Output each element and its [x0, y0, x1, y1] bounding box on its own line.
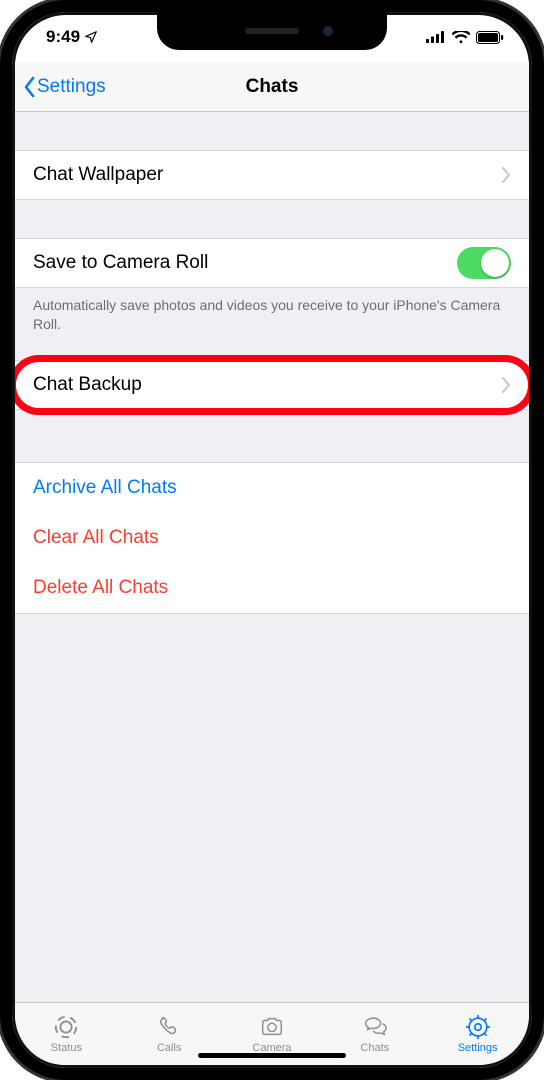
home-indicator[interactable] — [198, 1053, 346, 1058]
back-label: Settings — [37, 76, 106, 98]
clear-all-chats-row[interactable]: Clear All Chats — [15, 513, 529, 563]
save-camera-roll-note: Automatically save photos and videos you… — [15, 288, 529, 334]
wifi-icon — [452, 31, 470, 44]
tab-status-label: Status — [51, 1042, 82, 1054]
cellular-icon — [426, 31, 446, 43]
save-camera-roll-toggle[interactable] — [457, 247, 511, 279]
chat-actions-group: Archive All Chats Clear All Chats Delete… — [15, 462, 529, 614]
chat-wallpaper-label: Chat Wallpaper — [33, 164, 163, 186]
gear-icon — [464, 1014, 492, 1040]
chevron-right-icon — [501, 167, 511, 183]
tab-status[interactable]: Status — [15, 1003, 118, 1065]
chevron-right-icon — [501, 377, 511, 393]
notch — [157, 12, 387, 50]
camera-icon — [258, 1014, 286, 1040]
chat-backup-row[interactable]: Chat Backup — [15, 360, 529, 410]
location-icon — [84, 30, 98, 44]
status-icon — [52, 1014, 80, 1040]
status-time: 9:49 — [46, 27, 80, 47]
save-camera-roll-row[interactable]: Save to Camera Roll — [15, 238, 529, 288]
content-area: Chat Wallpaper Save to Camera Roll Autom… — [15, 112, 529, 1002]
tab-settings[interactable]: Settings — [426, 1003, 529, 1065]
back-button[interactable]: Settings — [21, 76, 106, 98]
navigation-bar: Settings Chats — [15, 62, 529, 112]
archive-all-chats-label: Archive All Chats — [33, 477, 177, 499]
phone-icon — [155, 1014, 183, 1040]
page-title: Chats — [246, 76, 299, 98]
chat-wallpaper-row[interactable]: Chat Wallpaper — [15, 150, 529, 200]
speaker-slot — [245, 28, 299, 34]
clear-all-chats-label: Clear All Chats — [33, 527, 159, 549]
chevron-left-icon — [21, 76, 37, 98]
front-camera — [323, 26, 333, 36]
archive-all-chats-row[interactable]: Archive All Chats — [15, 463, 529, 513]
phone-frame: 9:49 Settings Chats Chat Wallpaper — [0, 0, 544, 1080]
delete-all-chats-row[interactable]: Delete All Chats — [15, 563, 529, 613]
battery-icon — [476, 31, 504, 44]
delete-all-chats-label: Delete All Chats — [33, 577, 168, 599]
screen: Settings Chats Chat Wallpaper Save to Ca… — [15, 62, 529, 1065]
tab-calls-label: Calls — [157, 1042, 181, 1054]
tab-settings-label: Settings — [458, 1042, 498, 1054]
tab-chats-label: Chats — [360, 1042, 389, 1054]
save-camera-roll-label: Save to Camera Roll — [33, 252, 208, 274]
chat-backup-label: Chat Backup — [33, 374, 142, 396]
chats-icon — [361, 1014, 389, 1040]
